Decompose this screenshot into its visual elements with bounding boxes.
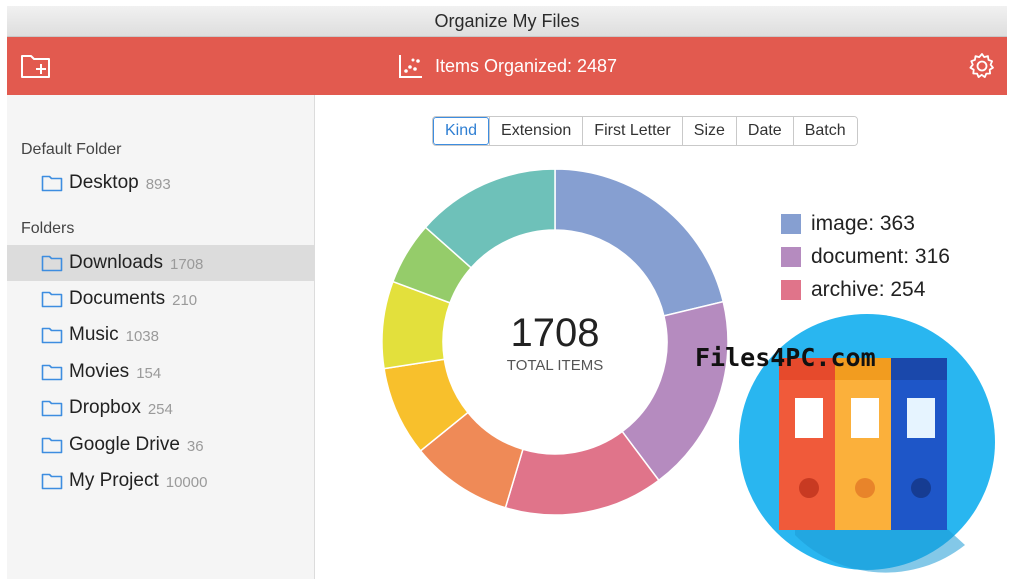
folder-name: Desktop [69,172,139,193]
folder-name: Dropbox [69,397,141,418]
donut-chart [381,168,729,516]
folder-icon [41,364,63,381]
main-panel: Kind Extension First Letter Size Date Ba… [315,95,1007,579]
tab-extension[interactable]: Extension [489,117,583,145]
legend-label: document: 316 [811,244,950,268]
legend-label: image: 363 [811,211,915,235]
folder-icon [41,291,63,308]
folder-count: 893 [145,176,171,193]
folder-name: Music [69,324,119,345]
sidebar-item-google-drive[interactable]: Google Drive 36 [7,427,314,463]
legend-swatch [781,246,801,267]
folders-heading: Folders [21,220,75,237]
folder-plus-icon[interactable] [20,51,52,81]
default-folder-heading: Default Folder [21,141,122,158]
tab-batch[interactable]: Batch [792,117,857,145]
legend-item: archive: 254 [781,273,950,306]
folder-icon [41,437,63,454]
tab-size[interactable]: Size [681,117,736,145]
folder-count: 36 [186,438,204,455]
folder-count: 154 [136,365,162,382]
legend-label: archive: 254 [811,277,926,301]
legend-item: document: 316 [781,240,950,273]
folder-count: 1038 [125,328,159,345]
legend-swatch [781,213,801,234]
sidebar-item-dropbox[interactable]: Dropbox 254 [7,390,314,426]
tab-kind[interactable]: Kind [433,117,490,145]
folder-count: 1708 [170,256,204,273]
sidebar-item-music[interactable]: Music 1038 [7,317,314,353]
toolbar: Items Organized: 2487 [7,37,1007,95]
tab-date[interactable]: Date [735,117,793,145]
folder-count: 10000 [165,474,208,491]
folder-name: Downloads [69,252,163,273]
donut-slice-image[interactable] [554,168,725,317]
title-bar: Organize My Files [7,6,1007,37]
legend-item: image: 363 [781,207,950,240]
sidebar-item-movies[interactable]: Movies 154 [7,354,314,390]
folder-icon [41,400,63,417]
watermark-text: Files4PC.com [695,343,876,372]
sidebar-item-desktop[interactable]: Desktop 893 [7,165,314,201]
chart-legend: image: 363 document: 316 archive: 254 [781,207,950,306]
legend-swatch [781,279,801,300]
folder-icon [41,175,63,192]
tab-first-letter[interactable]: First Letter [582,117,682,145]
folder-name: Movies [69,361,130,382]
items-organized-status: Items Organized: 2487 [397,52,617,80]
window-title: Organize My Files [434,10,580,31]
gear-icon[interactable] [967,51,997,81]
sidebar-item-my-project[interactable]: My Project 10000 [7,463,314,499]
sidebar-item-downloads[interactable]: Downloads 1708 [7,245,314,281]
sort-mode-tabs: Kind Extension First Letter Size Date Ba… [432,116,858,146]
folder-name: Google Drive [69,434,180,455]
folder-name: My Project [69,470,159,491]
folder-name: Documents [69,288,166,309]
folder-icon [41,473,63,490]
folder-icon [41,255,63,272]
items-organized-label: Items Organized: 2487 [434,55,618,76]
sidebar-item-documents[interactable]: Documents 210 [7,281,314,317]
folder-icon [41,327,63,344]
folder-count: 254 [147,401,173,418]
app-window: Organize My Files Items Organized: 2487 … [7,6,1007,579]
folder-count: 210 [172,292,198,309]
sidebar: Default Folder Desktop 893 Folders Downl… [7,95,315,579]
scatter-chart-icon[interactable] [397,52,425,80]
